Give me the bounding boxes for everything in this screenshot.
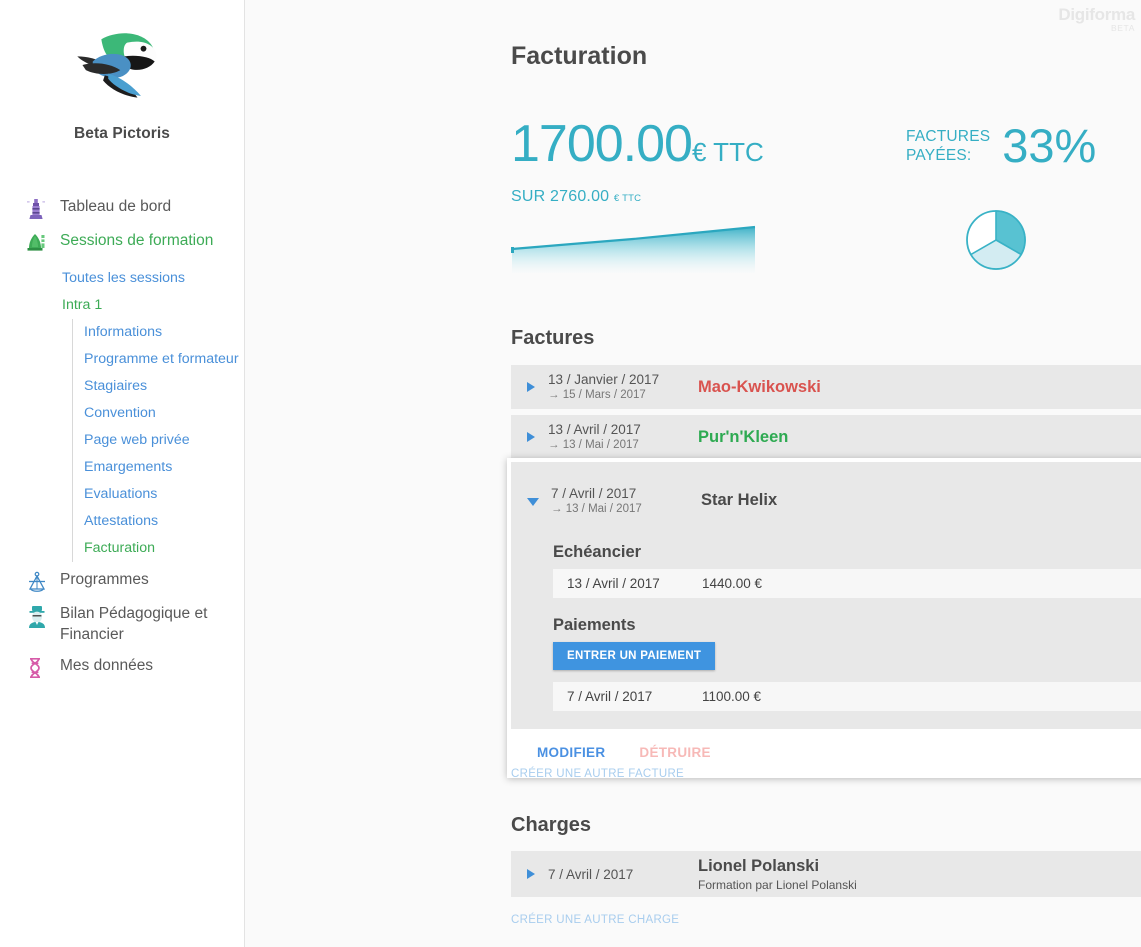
row-date-end: → 15 / Mars / 2017 [548, 389, 646, 401]
expanded-invoice-card: 7 / Avril / 2017 → 13 / Mai / 2017 Star … [507, 458, 1141, 778]
sidebar-item-label: Programmes [60, 571, 149, 588]
sidebar-item-label: Tableau de bord [60, 198, 172, 215]
expand-row-icon[interactable] [527, 869, 535, 879]
row-customer-name: Star Helix [701, 491, 778, 509]
charge-title: Lionel Polanski [698, 856, 820, 875]
expanded-invoice-header[interactable]: 7 / Avril / 2017 → 13 / Mai / 2017 Star … [527, 474, 1141, 525]
org-name: Beta Pictoris [73, 125, 171, 142]
brand-beta-badge: BETA [1111, 23, 1135, 33]
echeancier-row: 13 / Avril / 2017 1440.00 € TÉLÉCHARGER … [553, 569, 1141, 598]
row-customer-name: Pur'n'Kleen [698, 427, 789, 446]
sidebar-item-emargements[interactable]: Emargements [73, 454, 244, 481]
table-row[interactable]: 13 / Avril / 2017 → 13 / Mai / 2017 Pur'… [511, 415, 1141, 459]
table-row[interactable]: 7 / Avril / 2017 Lionel Polanski Formati… [511, 851, 1141, 897]
invoice-status-pie-chart [964, 208, 1028, 277]
sidebar-item-evaluations[interactable]: Evaluations [73, 481, 244, 508]
row-date-start: 13 / Janvier / 2017 [548, 372, 660, 387]
sidebar-nav: Tableau de bord Sessions de formation To… [0, 191, 244, 684]
delete-invoice-button[interactable]: DÉTRUIRE [639, 745, 710, 760]
row-date-start: 7 / Avril / 2017 [551, 485, 637, 501]
row-date-start: 13 / Avril / 2017 [548, 422, 641, 437]
total-amount-sub-unit: € TTC [613, 193, 642, 204]
tree-icon [26, 230, 50, 254]
paiement-amount: 1100.00 € [702, 689, 762, 704]
dna-icon [26, 655, 50, 679]
row-dates: 13 / Janvier / 2017 → 15 / Mars / 2017 [548, 371, 668, 403]
row-date-start: 7 / Avril / 2017 [548, 866, 634, 882]
total-amount-sub-prefix: SUR 2760.00 [511, 188, 610, 205]
echeancier-heading: Echéancier [553, 543, 642, 561]
sextant-icon [26, 569, 50, 593]
collapse-row-icon[interactable] [527, 497, 539, 506]
expand-row-icon[interactable] [527, 432, 535, 442]
paiement-date: 7 / Avril / 2017 [567, 689, 653, 704]
charge-subtitle: Formation par Lionel Polanski [698, 877, 857, 892]
create-invoice-link[interactable]: CRÉER UNE AUTRE FACTURE [511, 768, 684, 780]
sidebar-item-programme-et-formateur[interactable]: Programme et formateur [73, 346, 244, 373]
sidebar-item-bilan-pedagogique-et-financier[interactable]: Bilan Pédagogique et Financier [0, 598, 244, 650]
sidebar-item-label: Sessions de formation [60, 232, 214, 249]
row-dates: 13 / Avril / 2017 → 13 / Mai / 2017 [548, 421, 668, 453]
sidebar-item-attestations[interactable]: Attestations [73, 508, 244, 535]
sidebar-item-intra-1[interactable]: Intra 1 [0, 292, 244, 319]
table-row[interactable]: 13 / Janvier / 2017 → 15 / Mars / 2017 M… [511, 365, 1141, 409]
charge-info: Lionel Polanski Formation par Lionel Pol… [668, 857, 857, 892]
sidebar-item-sessions-de-formation[interactable]: Sessions de formation [0, 225, 244, 259]
paid-percent-label-line2: PAYÉES: [906, 146, 972, 164]
total-amount-value: 1700.00 [511, 115, 693, 173]
stats-panel: 1700.00€ TTC SUR 2760.00 € TTC FACTURES … [511, 118, 1141, 278]
teacher-icon [26, 603, 50, 629]
paiement-row: 7 / Avril / 2017 1100.00 € DÉTRUIRE [553, 682, 1141, 711]
sidebar-item-label: Mes données [60, 657, 154, 674]
paiements-heading: Paiements [553, 616, 636, 634]
row-dates: 7 / Avril / 2017 → 13 / Mai / 2017 [551, 485, 671, 517]
expand-row-icon[interactable] [527, 382, 535, 392]
sidebar-item-stagiaires[interactable]: Stagiaires [73, 373, 244, 400]
edit-invoice-button[interactable]: MODIFIER [537, 745, 605, 760]
sidebar-intra-subitems: Informations Programme et formateur Stag… [72, 319, 244, 562]
sidebar-item-toutes-les-sessions[interactable]: Toutes les sessions [0, 265, 244, 292]
paid-percent-value: 33% [1002, 119, 1097, 172]
sidebar-item-tableau-de-bord[interactable]: Tableau de bord [0, 191, 244, 225]
page-title: Facturation [511, 42, 648, 70]
row-date-end: → 13 / Mai / 2017 [548, 439, 639, 451]
app-root: Beta Pictoris Tableau de bord Sessions d… [0, 0, 1141, 947]
parrot-logo-icon [70, 22, 174, 108]
org-logo: Beta Pictoris [0, 0, 244, 143]
sidebar-sessions-sublist: Toutes les sessions Intra 1 Informations… [0, 265, 244, 562]
create-charge-link[interactable]: CRÉER UNE AUTRE CHARGE [511, 914, 679, 926]
echeancier-amount: 1440.00 € [702, 576, 763, 591]
charges-heading: Charges [511, 814, 592, 836]
sidebar-item-page-web-privee[interactable]: Page web privée [73, 427, 244, 454]
row-customer-name: Mao-Kwikowski [698, 377, 821, 396]
revenue-area-chart [511, 223, 757, 278]
main-content: Digiforma BETA Facturation 1700.00€ TTC … [245, 0, 1141, 947]
paid-percent-label: FACTURES PAYÉES: [906, 127, 990, 165]
lighthouse-icon [26, 196, 50, 220]
enter-payment-button[interactable]: ENTRER UN PAIEMENT [553, 642, 716, 670]
row-date-end: → 13 / Mai / 2017 [551, 502, 642, 515]
sidebar-item-convention[interactable]: Convention [73, 400, 244, 427]
total-amount-unit: € TTC [691, 137, 764, 167]
total-amount-subtitle: SUR 2760.00 € TTC [511, 188, 1141, 206]
paid-percent-panel: FACTURES PAYÉES: 33% [906, 122, 1096, 169]
brand-name: Digiforma [1058, 5, 1135, 24]
sidebar: Beta Pictoris Tableau de bord Sessions d… [0, 0, 245, 947]
sidebar-item-programmes[interactable]: Programmes [0, 564, 244, 598]
factures-heading: Factures [511, 327, 595, 349]
row-dates: 7 / Avril / 2017 [548, 866, 668, 883]
sidebar-item-label: Bilan Pédagogique et Financier [60, 605, 208, 643]
brand-logo: Digiforma BETA [1058, 6, 1135, 34]
sidebar-item-facturation[interactable]: Facturation [73, 535, 244, 562]
expanded-invoice-body: 7 / Avril / 2017 → 13 / Mai / 2017 Star … [511, 462, 1141, 729]
paid-percent-label-line1: FACTURES [906, 127, 991, 145]
echeancier-date: 13 / Avril / 2017 [567, 576, 660, 591]
sidebar-item-mes-donnees[interactable]: Mes données [0, 650, 244, 684]
sidebar-item-informations[interactable]: Informations [73, 319, 244, 346]
